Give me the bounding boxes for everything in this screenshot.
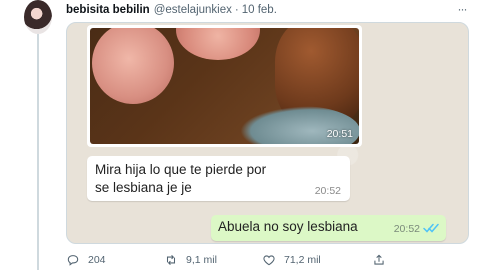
chat-photo: 20:51 bbox=[90, 28, 359, 144]
display-name[interactable]: bebisita bebilin bbox=[66, 4, 150, 16]
like-count: 71,2 mil bbox=[284, 254, 321, 266]
food-shape bbox=[176, 28, 260, 60]
sent-message-text: Abuela no soy lesbiana bbox=[218, 219, 358, 234]
user-handle[interactable]: @estelajunkiex bbox=[154, 4, 232, 16]
sent-message-time: 20:52 bbox=[393, 223, 420, 235]
share-button[interactable] bbox=[372, 252, 394, 268]
thread-line bbox=[37, 34, 39, 270]
retweet-button[interactable]: 9,1 mil bbox=[164, 252, 217, 268]
tweet-actions: 204 9,1 mil 71,2 mil bbox=[66, 252, 466, 268]
tweet-header: bebisita bebilin @estelajunkiex · 10 feb… bbox=[66, 2, 277, 18]
heart-icon bbox=[263, 255, 275, 266]
like-button[interactable]: 71,2 mil bbox=[262, 252, 321, 268]
tweet-media-image[interactable]: 20:51 Mira hija lo que te pierde por se … bbox=[66, 22, 469, 244]
received-message-text: Mira hija lo que te pierde por se lesbia… bbox=[95, 162, 267, 195]
food-shape bbox=[92, 28, 174, 104]
tweet-date[interactable]: 10 feb. bbox=[242, 4, 277, 16]
reply-button[interactable]: 204 bbox=[66, 252, 106, 268]
tweet[interactable]: bebisita bebilin @estelajunkiex · 10 feb… bbox=[0, 0, 480, 270]
avatar[interactable] bbox=[24, 0, 52, 34]
reply-icon bbox=[67, 255, 79, 266]
retweet-count: 9,1 mil bbox=[186, 254, 217, 266]
sent-message-bubble: Abuela no soy lesbiana 20:52 bbox=[211, 215, 446, 241]
separator: · bbox=[234, 4, 239, 16]
chat-photo-bubble: 20:51 bbox=[87, 25, 362, 147]
more-options-button[interactable]: ··· bbox=[454, 2, 470, 16]
received-message-bubble: Mira hija lo que te pierde por se lesbia… bbox=[87, 156, 350, 201]
photo-timestamp: 20:51 bbox=[326, 128, 353, 140]
share-icon bbox=[374, 254, 384, 265]
double-check-icon bbox=[423, 223, 439, 233]
received-message-time: 20:52 bbox=[314, 185, 341, 197]
retweet-icon bbox=[166, 254, 176, 266]
reply-count: 204 bbox=[88, 254, 106, 266]
